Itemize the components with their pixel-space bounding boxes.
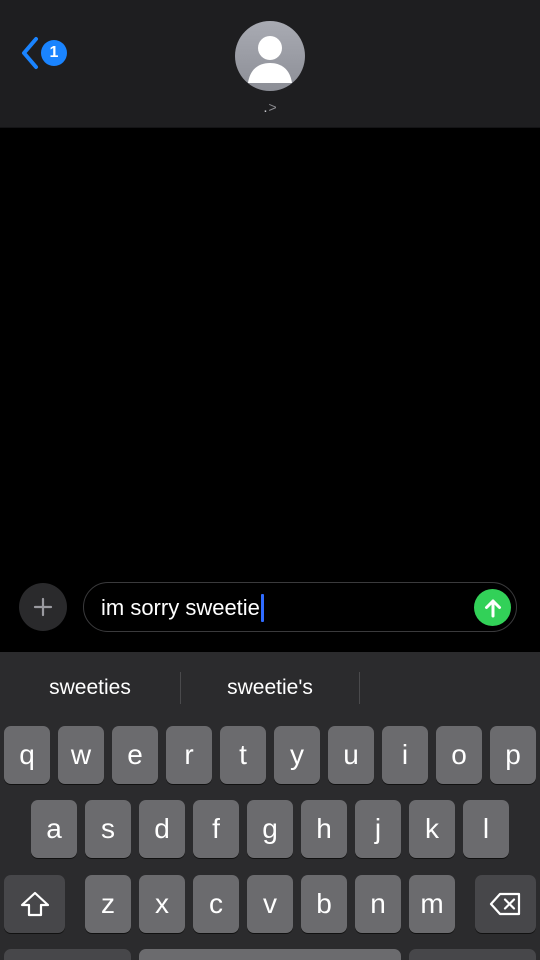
key-x[interactable]: x [139, 875, 185, 933]
suggestion-item-empty[interactable] [360, 670, 540, 706]
key-f[interactable]: f [193, 800, 239, 858]
key-u[interactable]: u [328, 726, 374, 784]
key-w[interactable]: w [58, 726, 104, 784]
suggestion-item[interactable]: sweetie's [181, 670, 359, 706]
key-n[interactable]: n [355, 875, 401, 933]
add-attachment-button[interactable] [19, 583, 67, 631]
conversation-header: 1 . > [0, 0, 540, 128]
key-l[interactable]: l [463, 800, 509, 858]
key-z[interactable]: z [85, 875, 131, 933]
message-input-text: im sorry sweetie [101, 594, 264, 622]
key-k[interactable]: k [409, 800, 455, 858]
key-y[interactable]: y [274, 726, 320, 784]
arrow-up-icon [484, 599, 501, 617]
back-button[interactable]: 1 [20, 36, 67, 70]
shift-icon [20, 891, 49, 917]
predictive-bar: sweeties sweetie's [0, 652, 540, 724]
contact-name: . [263, 98, 268, 116]
key-v[interactable]: v [247, 875, 293, 933]
backspace-icon [489, 892, 520, 916]
avatar[interactable] [235, 21, 305, 91]
message-text: im sorry sweetie [101, 595, 260, 620]
contact-name-button[interactable]: . > [0, 96, 540, 118]
key-a[interactable]: a [31, 800, 77, 858]
person-icon [248, 36, 292, 83]
key-s[interactable]: s [85, 800, 131, 858]
key-b[interactable]: b [301, 875, 347, 933]
space-key[interactable] [139, 949, 401, 960]
chevron-right-icon: > [268, 99, 277, 115]
delete-key[interactable] [475, 875, 536, 933]
key-d[interactable]: d [139, 800, 185, 858]
key-i[interactable]: i [382, 726, 428, 784]
key-h[interactable]: h [301, 800, 347, 858]
messages-screen: 1 . > im sorry sweetie sweeties sweetie'… [0, 0, 540, 960]
key-c[interactable]: c [193, 875, 239, 933]
key-o[interactable]: o [436, 726, 482, 784]
key-q[interactable]: q [4, 726, 50, 784]
suggestion-item[interactable]: sweeties [0, 670, 180, 706]
unread-badge: 1 [41, 40, 67, 66]
send-button[interactable] [474, 589, 511, 626]
key-p[interactable]: p [490, 726, 536, 784]
return-key[interactable] [409, 949, 536, 960]
message-input[interactable]: im sorry sweetie [83, 582, 517, 632]
text-caret [260, 594, 264, 622]
plus-icon [33, 597, 53, 617]
chevron-left-icon [22, 37, 38, 69]
shift-key[interactable] [4, 875, 65, 933]
keyboard: sweeties sweetie's q w e r t y u i o p a… [0, 652, 540, 960]
key-j[interactable]: j [355, 800, 401, 858]
key-t[interactable]: t [220, 726, 266, 784]
message-thread[interactable] [0, 129, 540, 652]
key-m[interactable]: m [409, 875, 455, 933]
key-r[interactable]: r [166, 726, 212, 784]
key-g[interactable]: g [247, 800, 293, 858]
key-e[interactable]: e [112, 726, 158, 784]
numbers-key[interactable] [4, 949, 131, 960]
